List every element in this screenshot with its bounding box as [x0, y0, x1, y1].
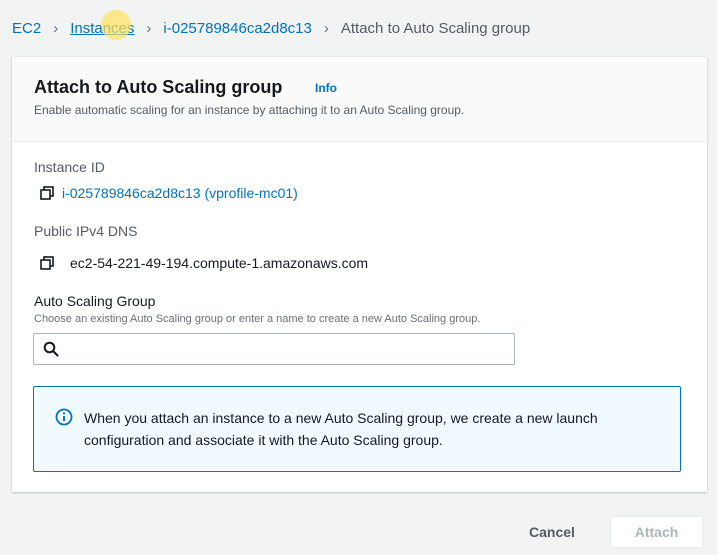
panel-description: Enable automatic scaling for an instance… — [34, 103, 465, 117]
asg-label: Auto Scaling Group — [34, 293, 156, 309]
info-alert: When you attach an instance to a new Aut… — [33, 386, 681, 472]
info-icon — [55, 408, 73, 426]
asg-description: Choose an existing Auto Scaling group or… — [34, 313, 481, 325]
asg-search-field[interactable] — [33, 333, 515, 366]
asg-search-input[interactable] — [64, 334, 508, 366]
dns-row: ec2-54-221-49-194.compute-1.amazonaws.co… — [40, 255, 368, 271]
chevron-right-icon: › — [53, 19, 59, 37]
breadcrumb-current: Attach to Auto Scaling group — [340, 19, 531, 37]
instance-id-link[interactable]: i-025789846ca2d8c13 (vprofile-mc01) — [62, 185, 298, 201]
copy-icon[interactable] — [40, 186, 54, 200]
copy-icon[interactable] — [40, 256, 54, 270]
cancel-button[interactable]: Cancel — [520, 516, 584, 548]
panel-header: Attach to Auto Scaling group Info Enable… — [12, 57, 707, 142]
attach-button[interactable]: Attach — [610, 516, 703, 548]
breadcrumb: EC2 › Instances › i-025789846ca2d8c13 › … — [12, 17, 530, 39]
dns-value: ec2-54-221-49-194.compute-1.amazonaws.co… — [70, 255, 369, 271]
alert-text: When you attach an instance to a new Aut… — [84, 410, 598, 448]
chevron-right-icon: › — [323, 19, 329, 37]
info-link[interactable]: Info — [315, 81, 337, 95]
cursor-highlight — [101, 10, 131, 40]
breadcrumb-ec2[interactable]: EC2 — [12, 20, 41, 37]
page-title: Attach to Auto Scaling group — [34, 77, 283, 97]
search-icon — [43, 341, 59, 357]
instance-id-row: i-025789846ca2d8c13 (vprofile-mc01) — [40, 185, 298, 201]
instance-id-label: Instance ID — [34, 159, 105, 175]
attach-asg-panel: Attach to Auto Scaling group Info Enable… — [12, 57, 707, 492]
breadcrumb-instance-id[interactable]: i-025789846ca2d8c13 — [163, 20, 311, 37]
dns-label: Public IPv4 DNS — [34, 223, 138, 239]
chevron-right-icon: › — [146, 19, 152, 37]
